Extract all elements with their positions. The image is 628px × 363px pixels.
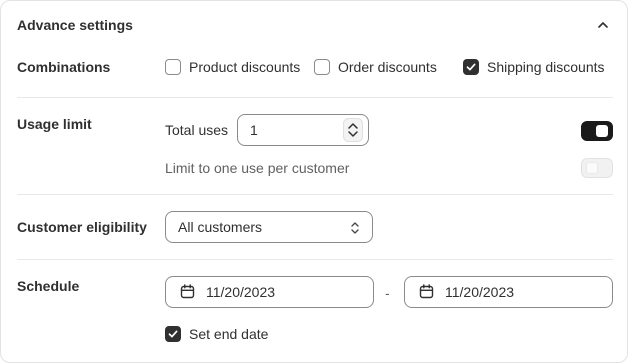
product-discounts-label[interactable]: Product discounts — [189, 58, 300, 76]
total-uses-toggle[interactable] — [581, 121, 613, 141]
start-date-value: 11/20/2023 — [206, 284, 276, 300]
set-end-date-label[interactable]: Set end date — [189, 325, 268, 343]
shipping-discounts-checkbox[interactable] — [463, 59, 479, 75]
toggle-knob — [596, 125, 608, 137]
customer-eligibility-select[interactable]: All customers — [165, 211, 373, 243]
start-date-input[interactable]: 11/20/2023 — [165, 276, 374, 308]
date-separator: - — [385, 285, 390, 301]
total-uses-value: 1 — [250, 122, 258, 138]
select-arrows-icon — [351, 222, 359, 234]
checkmark-icon — [168, 330, 178, 338]
card-title: Advance settings — [17, 17, 133, 33]
combinations-label: Combinations — [17, 59, 111, 75]
calendar-icon — [419, 284, 434, 299]
end-date-value: 11/20/2023 — [445, 284, 515, 300]
shipping-discounts-label[interactable]: Shipping discounts — [487, 58, 605, 76]
schedule-label: Schedule — [17, 278, 80, 294]
customer-eligibility-value: All customers — [178, 219, 263, 235]
one-per-customer-toggle[interactable] — [581, 158, 613, 178]
chevron-up-icon[interactable] — [597, 19, 609, 31]
calendar-icon — [180, 284, 195, 299]
usage-limit-label: Usage limit — [17, 116, 92, 132]
card-header[interactable]: Advance settings — [17, 16, 613, 36]
product-discounts-checkbox[interactable] — [165, 59, 181, 75]
set-end-date-checkbox[interactable] — [165, 326, 181, 342]
toggle-knob — [586, 162, 598, 174]
end-date-input[interactable]: 11/20/2023 — [404, 276, 613, 308]
divider — [17, 259, 613, 260]
order-discounts-label[interactable]: Order discounts — [338, 58, 437, 76]
total-uses-input[interactable]: 1 — [237, 114, 369, 146]
stepper-icon[interactable] — [343, 118, 363, 142]
total-uses-label: Total uses — [165, 122, 229, 138]
checkmark-icon — [466, 63, 476, 71]
order-discounts-checkbox[interactable] — [314, 59, 330, 75]
divider — [17, 194, 613, 195]
one-per-customer-label: Limit to one use per customer — [165, 160, 350, 176]
divider — [17, 97, 613, 98]
advance-settings-card: Advance settings Combinations Product di… — [0, 0, 628, 363]
customer-eligibility-label: Customer eligibility — [17, 219, 147, 235]
